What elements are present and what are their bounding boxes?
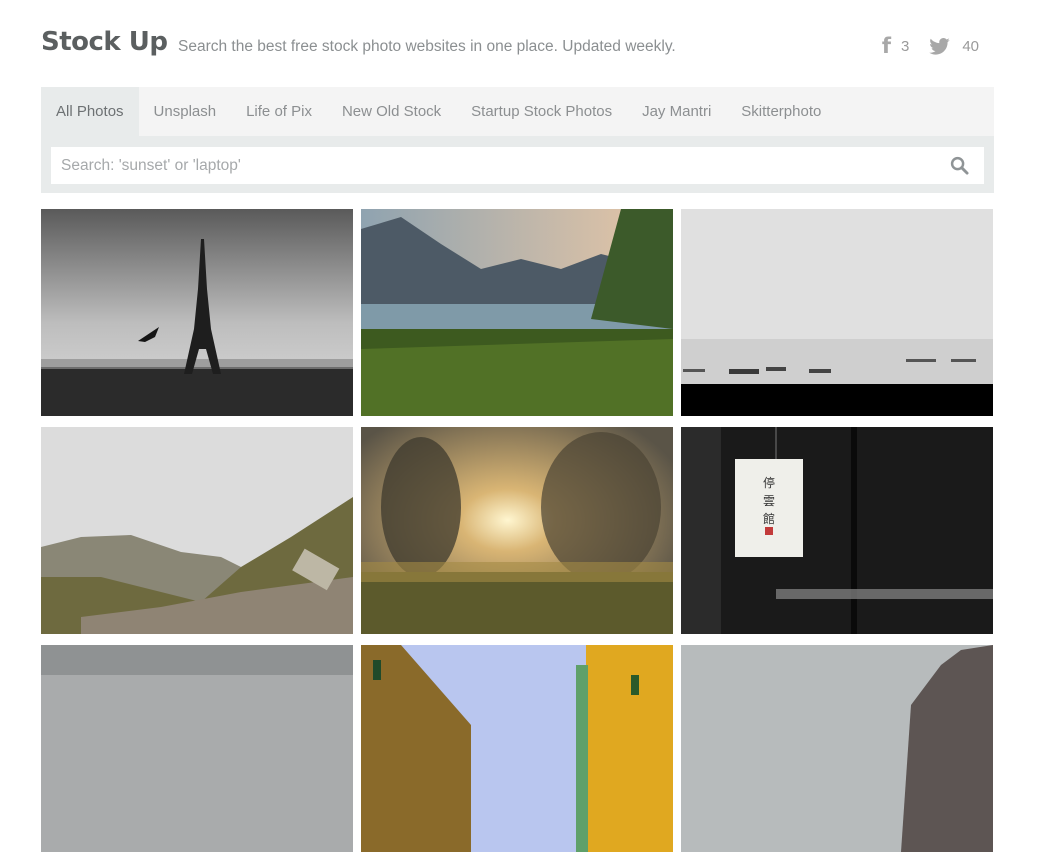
twitter-count: 40 bbox=[962, 38, 979, 55]
photo-cloudy-cliff[interactable] bbox=[681, 645, 993, 852]
photo-colorful-houses[interactable] bbox=[361, 645, 673, 852]
photo-hiking-trail[interactable] bbox=[41, 427, 353, 634]
tab-skitterphoto[interactable]: Skitterphoto bbox=[726, 87, 836, 136]
tab-new-old-stock[interactable]: New Old Stock bbox=[327, 87, 456, 136]
tab-life-of-pix[interactable]: Life of Pix bbox=[231, 87, 327, 136]
photo-lake-mountains[interactable] bbox=[361, 209, 673, 416]
photo-cloudy-sky[interactable] bbox=[41, 645, 353, 852]
tab-all-photos[interactable]: All Photos bbox=[41, 87, 139, 136]
photo-misty-sea-ships[interactable] bbox=[681, 209, 993, 416]
social-links: f 3 40 bbox=[882, 36, 979, 57]
tagline: Search the best free stock photo website… bbox=[178, 38, 676, 55]
svg-text:館: 館 bbox=[763, 511, 775, 526]
photo-paper-lantern[interactable]: 停 雲 館 bbox=[681, 427, 993, 634]
tab-unsplash[interactable]: Unsplash bbox=[139, 87, 232, 136]
search-input[interactable] bbox=[51, 147, 941, 184]
facebook-icon[interactable]: f bbox=[882, 36, 891, 57]
photo-sunlight-trees[interactable] bbox=[361, 427, 673, 634]
facebook-count: 3 bbox=[900, 38, 910, 55]
site-logo[interactable]: Stock Up bbox=[41, 27, 168, 57]
search-box bbox=[51, 147, 984, 184]
search-bar bbox=[41, 136, 994, 193]
photo-eiffel-tower[interactable] bbox=[41, 209, 353, 416]
source-tabs: All Photos Unsplash Life of Pix New Old … bbox=[41, 87, 994, 136]
twitter-icon[interactable] bbox=[929, 38, 951, 55]
tab-jay-mantri[interactable]: Jay Mantri bbox=[627, 87, 726, 136]
svg-text:停: 停 bbox=[763, 475, 775, 490]
search-icon[interactable] bbox=[950, 156, 969, 175]
svg-text:雲: 雲 bbox=[763, 494, 775, 508]
header: Stock Up Search the best free stock phot… bbox=[41, 27, 993, 67]
tab-startup-stock-photos[interactable]: Startup Stock Photos bbox=[456, 87, 627, 136]
